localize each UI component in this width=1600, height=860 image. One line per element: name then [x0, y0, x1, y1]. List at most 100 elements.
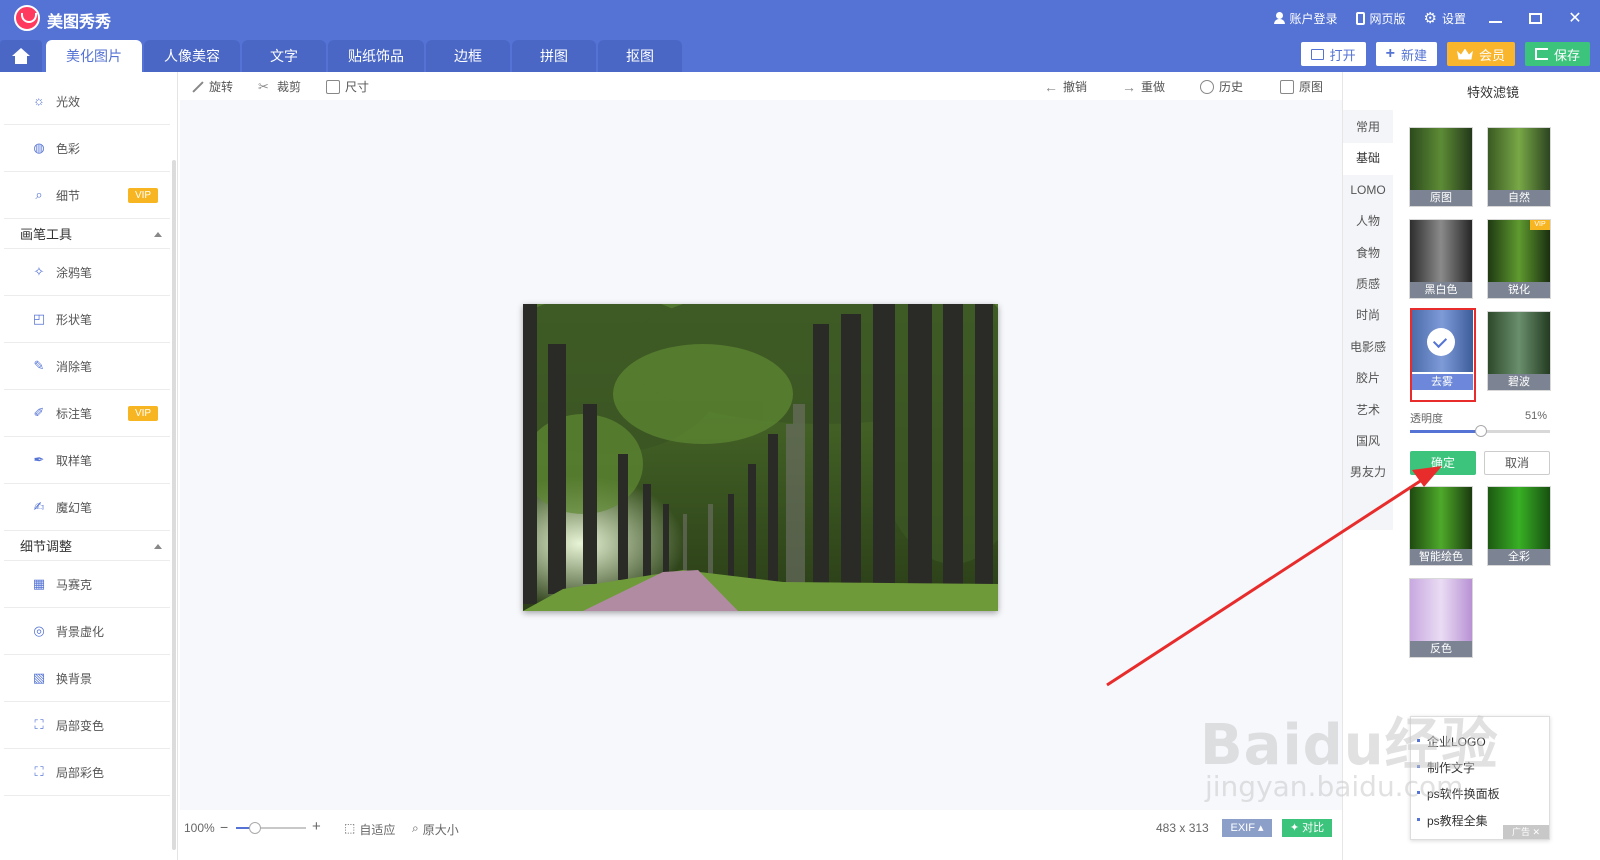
zoom-slider[interactable]: [236, 822, 306, 834]
sidebar-item-mosaic[interactable]: ▦ 马赛克: [4, 561, 170, 608]
compare-button[interactable]: ✦ 对比: [1282, 819, 1332, 837]
filter-full-color[interactable]: 全彩: [1487, 486, 1551, 566]
tab-beautify[interactable]: 美化图片: [46, 40, 142, 72]
save-button[interactable]: 保存: [1524, 42, 1590, 66]
sidebar-item-color[interactable]: ◍ 色彩: [4, 125, 170, 172]
filter-category-list: 常用 基础 LOMO 人物 食物 质感 时尚 电影感 胶片 艺术 国风 男友力: [1343, 112, 1393, 489]
sidebar-item-local-colorful[interactable]: ⛶ 局部彩色: [4, 749, 170, 796]
tab-text[interactable]: 文字: [242, 40, 326, 72]
ad-link[interactable]: ps软件换面板: [1417, 785, 1500, 802]
sidebar-item-light[interactable]: ☼ 光效: [4, 78, 170, 125]
sidebar-item-marker-pen[interactable]: ✐ 标注笔 VIP: [4, 390, 170, 437]
category-texture[interactable]: 质感: [1343, 269, 1393, 300]
sidebar-item-sample-pen[interactable]: ✒ 取样笔: [4, 437, 170, 484]
undo-label: 撤销: [1063, 80, 1088, 94]
close-button[interactable]: ✕: [1564, 7, 1586, 29]
sidebar-item-label: 背景虚化: [56, 624, 105, 639]
filter-invert[interactable]: 反色: [1409, 578, 1473, 658]
filter-black-white[interactable]: 黑白色: [1409, 219, 1473, 299]
category-fashion[interactable]: 时尚: [1343, 300, 1393, 331]
ad-link[interactable]: ps教程全集: [1417, 812, 1488, 829]
actual-size-label: 原大小: [422, 823, 459, 837]
login-label: 账户登录: [1289, 11, 1338, 26]
vip-badge: VIP: [128, 406, 158, 421]
tab-cutout[interactable]: 抠图: [598, 40, 682, 72]
rotate-button[interactable]: 旋转: [190, 78, 233, 95]
sidebar-item-bg-blur[interactable]: ◎ 背景虚化: [4, 608, 170, 655]
new-label: 新建: [1400, 47, 1427, 63]
section-detail-adjust[interactable]: 细节调整: [4, 531, 170, 561]
category-film[interactable]: 胶片: [1343, 363, 1393, 394]
settings-link[interactable]: ⚙ 设置: [1424, 10, 1466, 27]
filter-smart-color[interactable]: 智能绘色: [1409, 486, 1473, 566]
collapse-caret-icon: [154, 232, 162, 237]
sidebar-item-label: 取样笔: [56, 453, 93, 468]
fit-button[interactable]: ⬚ 自适应: [344, 821, 395, 838]
rotate-icon: [190, 80, 204, 94]
category-lomo[interactable]: LOMO: [1343, 175, 1393, 206]
category-cinematic[interactable]: 电影感: [1343, 332, 1393, 363]
filter-sharpen[interactable]: VIP 锐化: [1487, 219, 1551, 299]
edited-photo[interactable]: [523, 304, 998, 611]
home-tab[interactable]: [0, 40, 42, 72]
category-basic[interactable]: 基础: [1343, 143, 1393, 175]
redo-button[interactable]: → 重做: [1122, 78, 1165, 95]
filter-natural[interactable]: 自然: [1487, 127, 1551, 207]
sidebar-item-magic-pen[interactable]: ✍ 魔幻笔: [4, 484, 170, 531]
zoom-in-button[interactable]: +: [312, 818, 321, 835]
app-logo-icon: [14, 5, 40, 31]
login-link[interactable]: 账户登录: [1273, 10, 1338, 27]
ad-link[interactable]: 制作文字: [1416, 759, 1475, 776]
category-people[interactable]: 人物: [1343, 206, 1393, 237]
crop-button[interactable]: ✂ 裁剪: [258, 78, 301, 95]
category-food[interactable]: 食物: [1343, 238, 1393, 269]
category-common[interactable]: 常用: [1343, 112, 1393, 143]
filter-original[interactable]: 原图: [1409, 127, 1473, 207]
sidebar-item-doodle-pen[interactable]: ✧ 涂鸦笔: [4, 249, 170, 296]
vip-button[interactable]: 会员: [1446, 42, 1515, 66]
sidebar-item-eraser-pen[interactable]: ✎ 消除笔: [4, 343, 170, 390]
minimize-button[interactable]: [1484, 7, 1506, 29]
eyedropper-icon: ✒: [33, 452, 45, 467]
web-version-link[interactable]: 网页版: [1355, 10, 1406, 27]
tab-collage[interactable]: 拼图: [512, 40, 596, 72]
ad-link[interactable]: 企业LOGO: [1417, 733, 1486, 750]
zoom-out-button[interactable]: −: [220, 819, 228, 835]
confirm-button[interactable]: 确定: [1410, 451, 1476, 475]
main-tabs: 美化图片 人像美容 文字 贴纸饰品 边框 拼图 抠图: [46, 40, 682, 72]
compare-icon: ✦: [1289, 822, 1300, 834]
undo-button[interactable]: ← 撤销: [1044, 78, 1087, 95]
sidebar-item-shape-pen[interactable]: ◰ 形状笔: [4, 296, 170, 343]
redo-label: 重做: [1141, 80, 1166, 94]
sidebar-item-label: 消除笔: [56, 359, 93, 374]
opacity-slider[interactable]: [1410, 425, 1550, 437]
gear-icon: ⚙: [1423, 9, 1437, 27]
tab-stickers[interactable]: 贴纸饰品: [328, 40, 424, 72]
history-button[interactable]: 历史: [1200, 78, 1243, 95]
new-button[interactable]: + 新建: [1375, 42, 1437, 66]
home-icon: [12, 48, 30, 64]
opacity-value: 51%: [1525, 410, 1548, 422]
category-art[interactable]: 艺术: [1343, 395, 1393, 426]
cancel-button[interactable]: 取消: [1484, 451, 1550, 475]
sidebar-scrollbar[interactable]: [172, 160, 176, 850]
sidebar-item-detail[interactable]: ⌕ 细节 VIP: [4, 172, 170, 219]
blur-icon: ◎: [33, 623, 45, 638]
tab-border[interactable]: 边框: [426, 40, 510, 72]
zoom-slider-handle[interactable]: [248, 822, 261, 834]
sidebar-item-change-bg[interactable]: ▧ 换背景: [4, 655, 170, 702]
sidebar-item-local-recolor[interactable]: ⛶ 局部变色: [4, 702, 170, 749]
exif-button[interactable]: EXIF ▴: [1222, 819, 1272, 837]
maximize-button[interactable]: [1524, 7, 1546, 29]
section-brush-tools[interactable]: 画笔工具: [4, 219, 170, 249]
category-chinese-style[interactable]: 国风: [1343, 426, 1393, 457]
open-button[interactable]: 打开: [1300, 42, 1366, 66]
filter-ripple[interactable]: 碧波: [1487, 311, 1551, 391]
category-boyfriend[interactable]: 男友力: [1343, 457, 1393, 488]
tab-portrait[interactable]: 人像美容: [144, 40, 240, 72]
original-button[interactable]: 原图: [1280, 78, 1323, 95]
size-button[interactable]: 尺寸: [326, 78, 369, 95]
ad-tag[interactable]: 广告 ✕: [1503, 825, 1549, 839]
filter-label: 黑白色: [1410, 282, 1472, 298]
actual-size-button[interactable]: ⌕ 原大小: [412, 821, 459, 838]
